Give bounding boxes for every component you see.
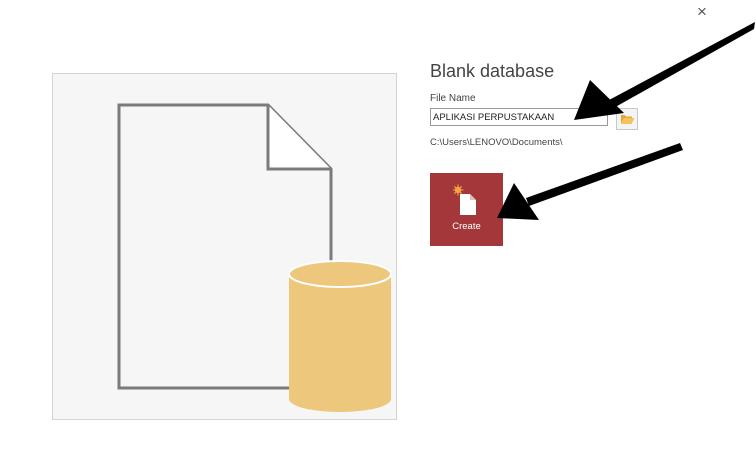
save-location-path: C:\Users\LENOVO\Documents\ [430, 137, 563, 148]
dialog-title: Blank database [430, 61, 555, 81]
create-button[interactable]: Create [430, 173, 503, 246]
file-name-input[interactable] [430, 108, 608, 126]
arrow-to-create [526, 143, 683, 206]
new-document-icon [453, 184, 476, 215]
create-button-label: Create [452, 221, 481, 232]
blank-document-with-database-icon [117, 103, 392, 412]
arrow-to-create-head [497, 183, 539, 220]
arrow-to-file-name [610, 22, 755, 108]
file-name-label: File Name [430, 93, 476, 104]
browse-button[interactable] [616, 108, 638, 130]
blank-database-dialog: × Blank database File Name C:\Users\LENO… [0, 0, 756, 452]
close-button[interactable]: × [692, 2, 712, 22]
close-icon: × [697, 2, 707, 21]
folder-open-icon [621, 115, 635, 124]
template-preview [52, 73, 397, 420]
